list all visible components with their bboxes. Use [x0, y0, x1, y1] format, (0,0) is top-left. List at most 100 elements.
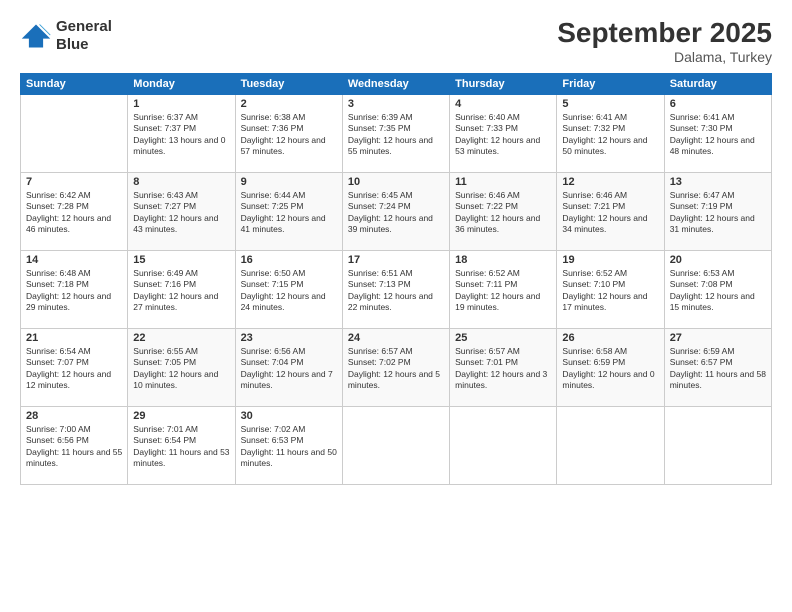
cell-info: Sunrise: 7:01 AM Sunset: 6:54 PM Dayligh…	[133, 424, 229, 470]
sunrise-text: Sunrise: 6:39 AM	[348, 112, 444, 123]
title-block: September 2025 Dalama, Turkey	[557, 18, 772, 65]
calendar-row: 14 Sunrise: 6:48 AM Sunset: 7:18 PM Dayl…	[21, 250, 772, 328]
col-sunday: Sunday	[21, 73, 128, 94]
table-cell	[664, 406, 771, 484]
cell-info: Sunrise: 6:52 AM Sunset: 7:11 PM Dayligh…	[455, 268, 551, 314]
calendar-row: 7 Sunrise: 6:42 AM Sunset: 7:28 PM Dayli…	[21, 172, 772, 250]
sunrise-text: Sunrise: 6:57 AM	[348, 346, 444, 357]
sunset-text: Sunset: 6:54 PM	[133, 435, 229, 446]
sunrise-text: Sunrise: 6:45 AM	[348, 190, 444, 201]
sunset-text: Sunset: 7:08 PM	[670, 279, 766, 290]
day-number: 4	[455, 98, 551, 110]
cell-info: Sunrise: 6:46 AM Sunset: 7:22 PM Dayligh…	[455, 190, 551, 236]
daylight-text: Daylight: 12 hours and 5 minutes.	[348, 369, 444, 392]
cell-info: Sunrise: 6:45 AM Sunset: 7:24 PM Dayligh…	[348, 190, 444, 236]
daylight-text: Daylight: 13 hours and 0 minutes.	[133, 135, 229, 158]
calendar-row: 1 Sunrise: 6:37 AM Sunset: 7:37 PM Dayli…	[21, 94, 772, 172]
table-cell: 9 Sunrise: 6:44 AM Sunset: 7:25 PM Dayli…	[235, 172, 342, 250]
sunset-text: Sunset: 7:30 PM	[670, 123, 766, 134]
month-title: September 2025	[557, 18, 772, 49]
daylight-text: Daylight: 12 hours and 10 minutes.	[133, 369, 229, 392]
table-cell: 19 Sunrise: 6:52 AM Sunset: 7:10 PM Dayl…	[557, 250, 664, 328]
sunset-text: Sunset: 7:10 PM	[562, 279, 658, 290]
day-number: 15	[133, 254, 229, 266]
day-number: 9	[241, 176, 337, 188]
daylight-text: Daylight: 12 hours and 57 minutes.	[241, 135, 337, 158]
table-cell: 21 Sunrise: 6:54 AM Sunset: 7:07 PM Dayl…	[21, 328, 128, 406]
cell-info: Sunrise: 6:37 AM Sunset: 7:37 PM Dayligh…	[133, 112, 229, 158]
cell-info: Sunrise: 6:50 AM Sunset: 7:15 PM Dayligh…	[241, 268, 337, 314]
col-saturday: Saturday	[664, 73, 771, 94]
sunset-text: Sunset: 6:59 PM	[562, 357, 658, 368]
table-cell: 8 Sunrise: 6:43 AM Sunset: 7:27 PM Dayli…	[128, 172, 235, 250]
daylight-text: Daylight: 12 hours and 0 minutes.	[562, 369, 658, 392]
logo-text: General Blue	[56, 18, 112, 54]
calendar-table: Sunday Monday Tuesday Wednesday Thursday…	[20, 73, 772, 485]
sunset-text: Sunset: 7:02 PM	[348, 357, 444, 368]
day-number: 27	[670, 332, 766, 344]
day-number: 17	[348, 254, 444, 266]
daylight-text: Daylight: 12 hours and 29 minutes.	[26, 291, 122, 314]
daylight-text: Daylight: 12 hours and 50 minutes.	[562, 135, 658, 158]
sunset-text: Sunset: 6:56 PM	[26, 435, 122, 446]
logo-line2: Blue	[56, 36, 112, 54]
sunset-text: Sunset: 6:53 PM	[241, 435, 337, 446]
table-cell: 7 Sunrise: 6:42 AM Sunset: 7:28 PM Dayli…	[21, 172, 128, 250]
daylight-text: Daylight: 12 hours and 34 minutes.	[562, 213, 658, 236]
day-number: 12	[562, 176, 658, 188]
sunset-text: Sunset: 7:18 PM	[26, 279, 122, 290]
sunrise-text: Sunrise: 6:51 AM	[348, 268, 444, 279]
sunrise-text: Sunrise: 6:57 AM	[455, 346, 551, 357]
sunset-text: Sunset: 7:04 PM	[241, 357, 337, 368]
header: General Blue September 2025 Dalama, Turk…	[20, 18, 772, 65]
cell-info: Sunrise: 6:44 AM Sunset: 7:25 PM Dayligh…	[241, 190, 337, 236]
day-number: 18	[455, 254, 551, 266]
table-cell	[450, 406, 557, 484]
table-cell: 5 Sunrise: 6:41 AM Sunset: 7:32 PM Dayli…	[557, 94, 664, 172]
sunset-text: Sunset: 7:22 PM	[455, 201, 551, 212]
cell-info: Sunrise: 6:51 AM Sunset: 7:13 PM Dayligh…	[348, 268, 444, 314]
cell-info: Sunrise: 6:42 AM Sunset: 7:28 PM Dayligh…	[26, 190, 122, 236]
table-cell: 15 Sunrise: 6:49 AM Sunset: 7:16 PM Dayl…	[128, 250, 235, 328]
calendar-row: 28 Sunrise: 7:00 AM Sunset: 6:56 PM Dayl…	[21, 406, 772, 484]
table-cell: 3 Sunrise: 6:39 AM Sunset: 7:35 PM Dayli…	[342, 94, 449, 172]
table-cell	[342, 406, 449, 484]
sunrise-text: Sunrise: 6:55 AM	[133, 346, 229, 357]
cell-info: Sunrise: 6:46 AM Sunset: 7:21 PM Dayligh…	[562, 190, 658, 236]
table-cell: 25 Sunrise: 6:57 AM Sunset: 7:01 PM Dayl…	[450, 328, 557, 406]
day-number: 22	[133, 332, 229, 344]
daylight-text: Daylight: 12 hours and 41 minutes.	[241, 213, 337, 236]
day-number: 23	[241, 332, 337, 344]
col-monday: Monday	[128, 73, 235, 94]
daylight-text: Daylight: 12 hours and 53 minutes.	[455, 135, 551, 158]
sunset-text: Sunset: 7:33 PM	[455, 123, 551, 134]
table-cell	[557, 406, 664, 484]
daylight-text: Daylight: 12 hours and 15 minutes.	[670, 291, 766, 314]
day-number: 11	[455, 176, 551, 188]
sunset-text: Sunset: 7:32 PM	[562, 123, 658, 134]
table-cell: 20 Sunrise: 6:53 AM Sunset: 7:08 PM Dayl…	[664, 250, 771, 328]
sunrise-text: Sunrise: 6:37 AM	[133, 112, 229, 123]
table-cell: 14 Sunrise: 6:48 AM Sunset: 7:18 PM Dayl…	[21, 250, 128, 328]
daylight-text: Daylight: 12 hours and 27 minutes.	[133, 291, 229, 314]
sunrise-text: Sunrise: 6:58 AM	[562, 346, 658, 357]
cell-info: Sunrise: 6:57 AM Sunset: 7:02 PM Dayligh…	[348, 346, 444, 392]
day-number: 20	[670, 254, 766, 266]
day-number: 8	[133, 176, 229, 188]
table-cell: 2 Sunrise: 6:38 AM Sunset: 7:36 PM Dayli…	[235, 94, 342, 172]
table-cell: 17 Sunrise: 6:51 AM Sunset: 7:13 PM Dayl…	[342, 250, 449, 328]
day-number: 21	[26, 332, 122, 344]
sunrise-text: Sunrise: 6:47 AM	[670, 190, 766, 201]
sunrise-text: Sunrise: 6:44 AM	[241, 190, 337, 201]
sunrise-text: Sunrise: 6:49 AM	[133, 268, 229, 279]
cell-info: Sunrise: 6:53 AM Sunset: 7:08 PM Dayligh…	[670, 268, 766, 314]
table-cell: 1 Sunrise: 6:37 AM Sunset: 7:37 PM Dayli…	[128, 94, 235, 172]
cell-info: Sunrise: 6:59 AM Sunset: 6:57 PM Dayligh…	[670, 346, 766, 392]
table-cell: 24 Sunrise: 6:57 AM Sunset: 7:02 PM Dayl…	[342, 328, 449, 406]
sunrise-text: Sunrise: 6:41 AM	[562, 112, 658, 123]
cell-info: Sunrise: 6:38 AM Sunset: 7:36 PM Dayligh…	[241, 112, 337, 158]
sunset-text: Sunset: 7:28 PM	[26, 201, 122, 212]
sunset-text: Sunset: 7:05 PM	[133, 357, 229, 368]
sunrise-text: Sunrise: 6:59 AM	[670, 346, 766, 357]
daylight-text: Daylight: 12 hours and 19 minutes.	[455, 291, 551, 314]
